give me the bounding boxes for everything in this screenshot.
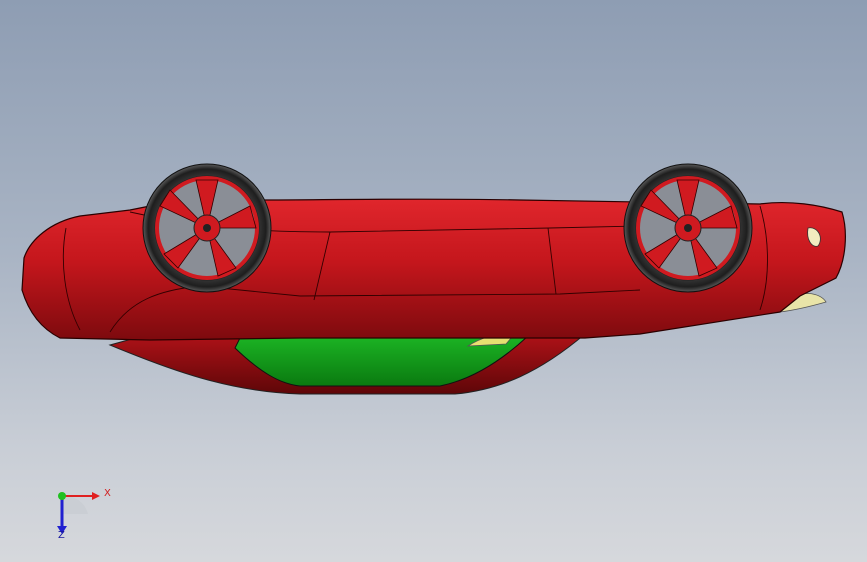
axis-triad-icon <box>57 492 100 534</box>
car-model[interactable] <box>0 0 867 562</box>
front-wheel[interactable] <box>623 163 753 293</box>
rear-wheel[interactable] <box>142 163 272 293</box>
x-axis-label: X <box>104 488 111 499</box>
3d-viewport[interactable]: X Z <box>0 0 867 562</box>
orientation-triad[interactable]: X Z <box>44 478 124 548</box>
z-axis-label: Z <box>58 530 65 541</box>
